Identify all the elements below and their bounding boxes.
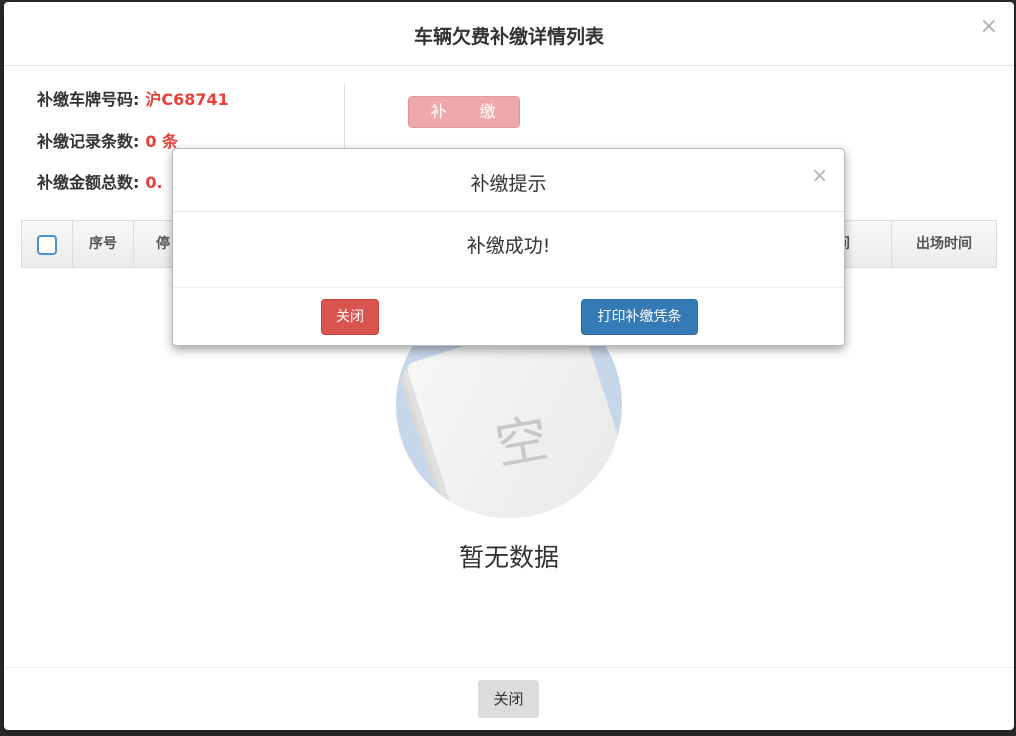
- column-seq[interactable]: 序号: [73, 221, 134, 267]
- divider: [344, 84, 345, 154]
- modal-header: 车辆欠费补缴详情列表 ×: [4, 2, 1014, 66]
- arrears-detail-modal: 车辆欠费补缴详情列表 × 补缴车牌号码: 沪C68741 补缴记录条数: 0 条 补…: [4, 2, 1014, 730]
- pay-success-dialog: 补缴提示 × 补缴成功! 关闭 打印补缴凭条: [172, 148, 845, 346]
- print-receipt-button[interactable]: 打印补缴凭条: [581, 299, 698, 335]
- record-count-label: 补缴记录条数:: [37, 132, 140, 151]
- dialog-title: 补缴提示: [470, 173, 547, 195]
- dialog-message: 补缴成功!: [466, 235, 551, 257]
- empty-text: 暂无数据: [458, 543, 559, 572]
- record-count-row: 补缴记录条数: 0 条: [37, 128, 178, 152]
- footer-close-button[interactable]: 关闭: [478, 680, 539, 718]
- plate-number-label: 补缴车牌号码:: [37, 90, 140, 109]
- plate-number-value: 沪C68741: [145, 90, 229, 109]
- plate-number-row: 补缴车牌号码: 沪C68741: [37, 86, 229, 110]
- select-all-checkbox[interactable]: [37, 235, 57, 255]
- total-amount-value: 0.: [145, 173, 163, 192]
- modal-title: 车辆欠费补缴详情列表: [413, 26, 604, 48]
- dialog-close-button[interactable]: 关闭: [321, 299, 379, 335]
- dialog-footer-divider: [173, 287, 844, 288]
- total-amount-row: 补缴金额总数: 0.: [37, 169, 163, 193]
- dialog-header: 补缴提示 ×: [173, 149, 844, 212]
- total-amount-label: 补缴金额总数:: [37, 173, 140, 192]
- close-icon[interactable]: ×: [980, 16, 998, 38]
- footer-divider: [4, 667, 1014, 668]
- pay-button[interactable]: 补 缴: [408, 96, 520, 128]
- column-exit-time[interactable]: 出场时间: [892, 221, 996, 267]
- dialog-close-icon[interactable]: ×: [811, 163, 828, 187]
- select-all-cell: [22, 221, 73, 267]
